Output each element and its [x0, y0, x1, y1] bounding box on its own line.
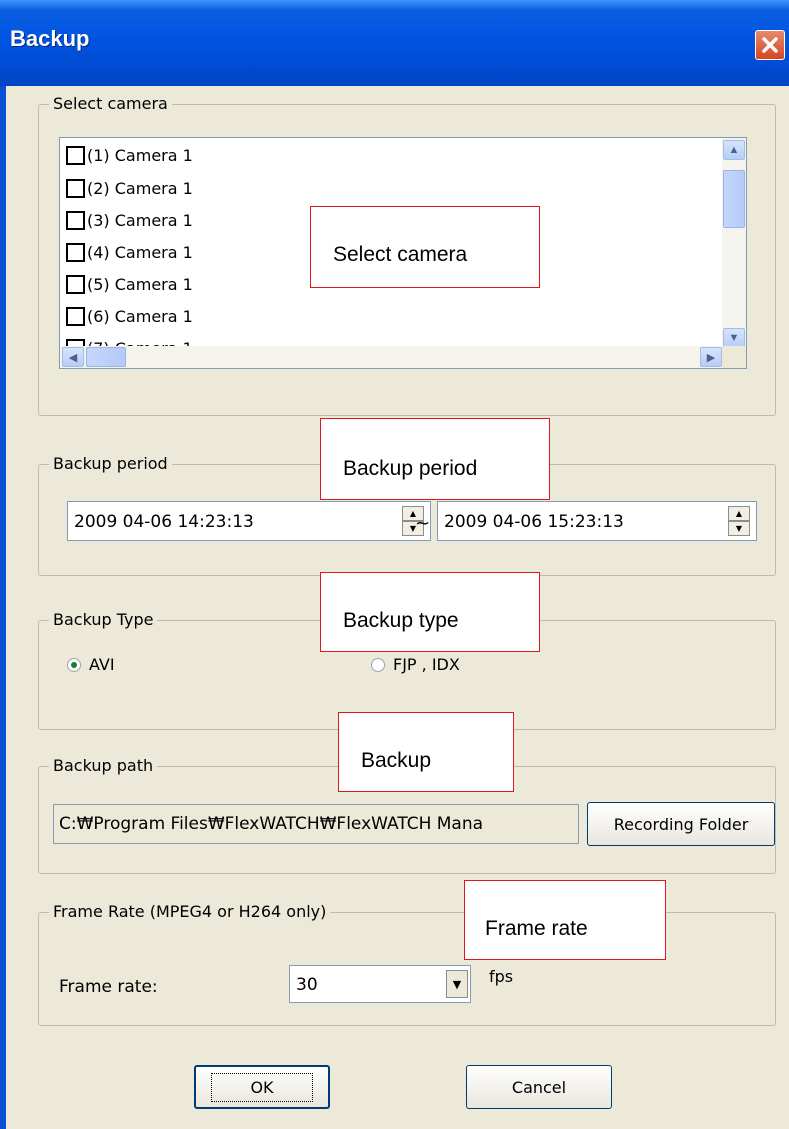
list-item[interactable]: (3) Camera 1: [66, 205, 193, 235]
camera-label: (4) Camera 1: [87, 242, 193, 262]
select-camera-legend: Select camera: [49, 94, 172, 113]
radio-avi-indicator[interactable]: [67, 657, 81, 672]
radio-avi[interactable]: AVI: [67, 655, 115, 674]
scroll-down-button[interactable]: ▼: [723, 328, 745, 348]
chevron-up-icon: ▲: [728, 144, 740, 156]
spin-up-icon[interactable]: ▲: [728, 506, 750, 521]
backup-path-legend: Backup path: [49, 756, 158, 775]
callout-backup-period-text: Backup period: [343, 457, 478, 480]
frame-rate-unit: fps: [489, 967, 514, 986]
radio-fjp-idx[interactable]: FJP , IDX: [371, 655, 460, 674]
scroll-right-button[interactable]: ▶: [700, 347, 722, 367]
title-bar[interactable]: Backup: [0, 0, 789, 86]
backup-dialog: Backup Select camera (1) Camera 1 (2) Ca…: [0, 0, 789, 1129]
scroll-left-button[interactable]: ◀: [62, 347, 84, 367]
chevron-down-icon: ▼: [728, 332, 740, 344]
scroll-up-button[interactable]: ▲: [723, 140, 745, 160]
cancel-button[interactable]: Cancel: [466, 1065, 612, 1109]
horizontal-scrollbar[interactable]: ◀ ▶: [60, 346, 724, 368]
backup-period-legend: Backup period: [49, 454, 172, 473]
end-datetime-value: 2009 04-06 15:23:13: [444, 512, 624, 532]
ok-button-label: OK: [211, 1072, 313, 1102]
start-datetime-picker[interactable]: 2009 04-06 14:23:13 ▲ ▼: [67, 501, 431, 541]
start-datetime-value: 2009 04-06 14:23:13: [74, 512, 254, 532]
radio-fjp-idx-label: FJP , IDX: [393, 655, 460, 674]
callout-backup-text: Backup: [361, 749, 432, 772]
camera-checkbox[interactable]: [66, 306, 85, 326]
end-spin-control[interactable]: ▲ ▼: [728, 506, 750, 536]
dropdown-arrow-icon[interactable]: ▼: [446, 970, 468, 998]
backup-type-legend: Backup Type: [49, 610, 158, 629]
list-item[interactable]: (6) Camera 1: [66, 301, 193, 331]
frame-rate-select[interactable]: 30 ▼: [289, 965, 471, 1003]
camera-label: (3) Camera 1: [87, 210, 193, 230]
vertical-scrollbar[interactable]: ▲ ▼: [722, 138, 746, 348]
horizontal-scroll-thumb[interactable]: [86, 347, 126, 367]
end-datetime-picker[interactable]: 2009 04-06 15:23:13 ▲ ▼: [437, 501, 757, 541]
camera-label: (1) Camera 1: [87, 145, 193, 165]
radio-avi-label: AVI: [89, 655, 115, 674]
callout-select-camera-text: Select camera: [333, 243, 468, 266]
camera-checkbox[interactable]: [66, 145, 85, 165]
callout-select-camera: Select camera: [310, 206, 540, 288]
vertical-scroll-thumb[interactable]: [723, 170, 745, 228]
frame-rate-legend: Frame Rate (MPEG4 or H264 only): [49, 902, 331, 921]
callout-backup-type-text: Backup type: [343, 609, 459, 632]
frame-rate-value: 30: [296, 975, 318, 995]
camera-label: (6) Camera 1: [87, 306, 193, 326]
frame-rate-label: Frame rate:: [59, 977, 158, 997]
camera-checkbox[interactable]: [66, 242, 85, 262]
callout-backup-period: Backup period: [320, 418, 550, 500]
chevron-right-icon: ▶: [706, 351, 716, 364]
close-button[interactable]: [755, 30, 785, 60]
window-title: Backup: [10, 26, 90, 51]
callout-frame-rate: Frame rate: [464, 880, 666, 960]
spin-down-icon[interactable]: ▼: [728, 521, 750, 536]
list-item[interactable]: (2) Camera 1: [66, 173, 193, 203]
camera-checkbox[interactable]: [66, 210, 85, 230]
callout-frame-rate-text: Frame rate: [485, 917, 588, 940]
callout-backup-type: Backup type: [320, 572, 540, 652]
list-item[interactable]: (5) Camera 1: [66, 269, 193, 299]
camera-checkbox[interactable]: [66, 178, 85, 198]
camera-label: (2) Camera 1: [87, 178, 193, 198]
close-icon: [762, 37, 778, 53]
window-frame: [0, 86, 6, 1129]
ok-button[interactable]: OK: [194, 1065, 330, 1109]
scrollbar-corner: [722, 346, 746, 368]
callout-backup: Backup: [338, 712, 514, 792]
chevron-left-icon: ◀: [68, 351, 78, 364]
radio-fjp-idx-indicator[interactable]: [371, 657, 385, 672]
camera-label: (5) Camera 1: [87, 274, 193, 294]
period-separator: ~: [415, 513, 431, 534]
list-item[interactable]: (4) Camera 1: [66, 237, 193, 267]
camera-checkbox[interactable]: [66, 274, 85, 294]
list-item[interactable]: (1) Camera 1: [66, 140, 193, 170]
